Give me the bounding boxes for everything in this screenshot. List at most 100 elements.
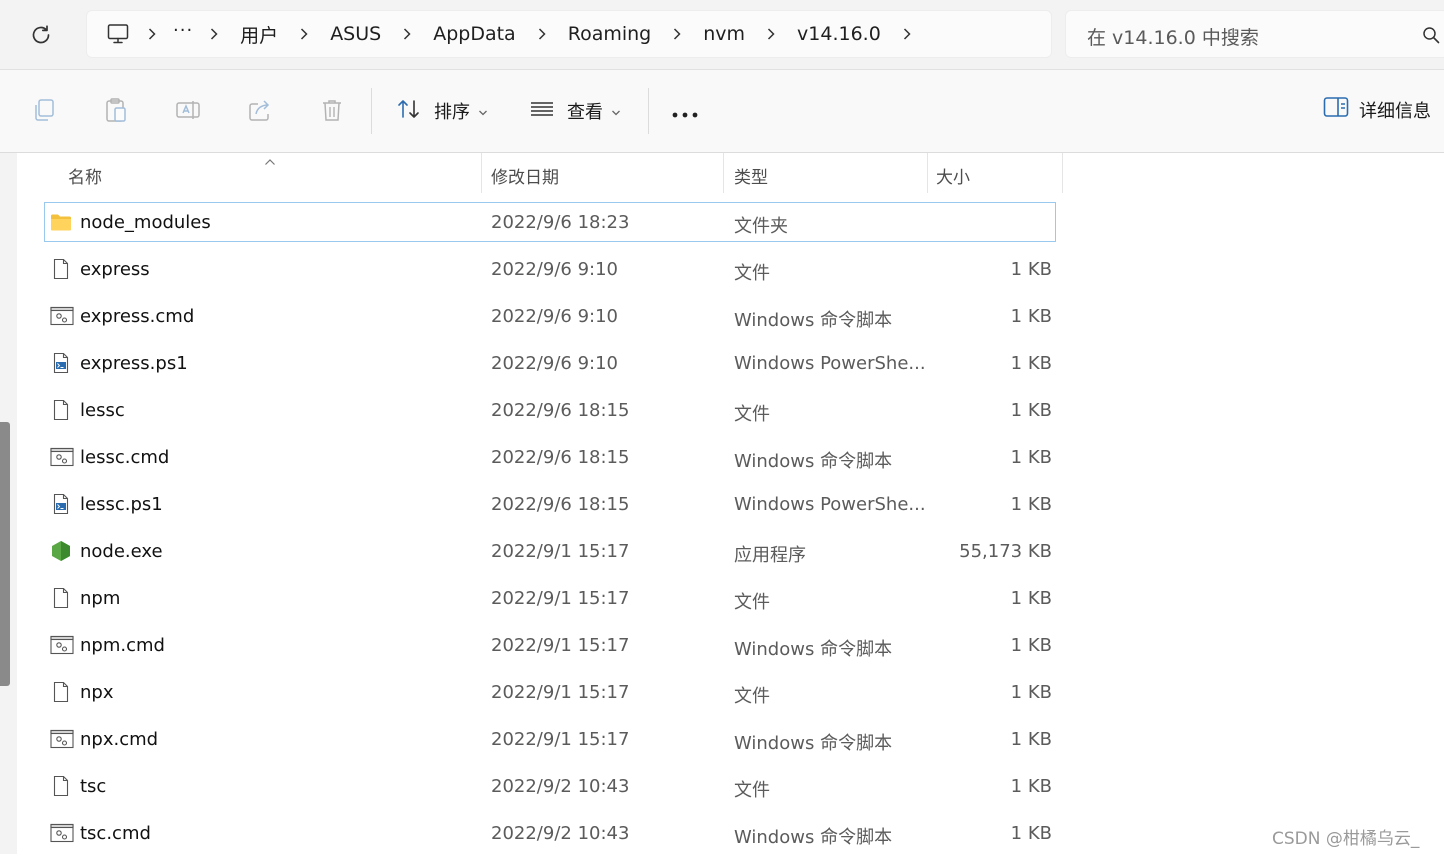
file-name: express.cmd: [80, 306, 195, 327]
file-list: node_modules 2022/9/6 18:23 文件夹 express 2022…: [44, 200, 1058, 858]
breadcrumb-overflow[interactable]: ···: [167, 22, 199, 40]
file-size: 1 KB: [1010, 729, 1052, 750]
chevron-right-icon[interactable]: [392, 27, 422, 41]
navigation-scrollbar[interactable]: [0, 422, 10, 686]
file-modified-date: 2022/9/6 9:10: [491, 353, 618, 374]
file-type: Windows 命令脚本: [734, 451, 893, 472]
search-icon[interactable]: [1422, 26, 1440, 48]
chevron-right-icon[interactable]: [289, 27, 319, 41]
chevron-right-icon[interactable]: [662, 27, 692, 41]
sort-label: 排序: [434, 102, 470, 123]
column-header-type[interactable]: 类型: [724, 153, 927, 193]
breadcrumb-item-nvm[interactable]: nvm: [692, 23, 756, 45]
toolbar-divider: [648, 88, 649, 134]
cmd-script-icon: [50, 728, 74, 750]
file-size: 1 KB: [1010, 306, 1052, 327]
file-type: 文件: [734, 592, 770, 613]
refresh-icon[interactable]: [28, 22, 54, 48]
file-type: 应用程序: [734, 545, 806, 566]
view-label: 查看: [567, 102, 603, 123]
address-bar: ··· 用户 ASUS AppData Roaming nvm v14.16.0…: [0, 0, 1444, 70]
chevron-right-icon[interactable]: [892, 27, 922, 41]
file-size: 1 KB: [1010, 588, 1052, 609]
this-pc-icon[interactable]: [105, 21, 131, 47]
view-button[interactable]: 查看: [529, 96, 621, 126]
file-row[interactable]: npm.cmd 2022/9/1 15:17 Windows 命令脚本 1 KB: [44, 623, 1058, 670]
chevron-right-icon[interactable]: [756, 27, 786, 41]
file-size: 55,173 KB: [959, 541, 1052, 562]
details-pane-icon: [1323, 96, 1349, 123]
file-row[interactable]: lessc.cmd 2022/9/6 18:15 Windows 命令脚本 1 KB: [44, 435, 1058, 482]
file-modified-date: 2022/9/1 15:17: [491, 635, 630, 656]
file-row[interactable]: express.ps1 2022/9/6 9:10 Windows PowerShe…: [44, 341, 1058, 388]
share-icon[interactable]: [246, 96, 274, 124]
column-header-modified[interactable]: 修改日期: [482, 153, 723, 193]
file-name: node.exe: [80, 541, 163, 562]
file-row[interactable]: tsc 2022/9/2 10:43 文件 1 KB: [44, 764, 1058, 811]
chevron-down-icon: [611, 101, 621, 122]
breadcrumb-item-asus[interactable]: ASUS: [319, 23, 392, 45]
watermark: CSDN @柑橘乌云_: [1272, 829, 1420, 849]
file-type: 文件: [734, 263, 770, 284]
details-label: 详细信息: [1359, 100, 1431, 122]
file-name: npm.cmd: [80, 635, 165, 656]
file-row[interactable]: npx 2022/9/1 15:17 文件 1 KB: [44, 670, 1058, 717]
chevron-right-icon[interactable]: [199, 27, 229, 41]
file-row[interactable]: node.exe 2022/9/1 15:17 应用程序 55,173 KB: [44, 529, 1058, 576]
file-name: express: [80, 259, 150, 280]
file-modified-date: 2022/9/1 15:17: [491, 729, 630, 750]
file-size: 1 KB: [1010, 259, 1052, 280]
copy-icon[interactable]: [30, 96, 58, 124]
column-header-size[interactable]: 大小: [928, 153, 1062, 193]
file-row[interactable]: express 2022/9/6 9:10 文件 1 KB: [44, 247, 1058, 294]
file-icon: [50, 587, 72, 609]
file-size: 1 KB: [1010, 353, 1052, 374]
file-size: 1 KB: [1010, 682, 1052, 703]
delete-icon[interactable]: [318, 96, 346, 124]
file-modified-date: 2022/9/1 15:17: [491, 541, 630, 562]
file-type: Windows PowerShe...: [734, 494, 926, 515]
file-type: Windows 命令脚本: [734, 827, 893, 848]
view-list-icon: [529, 96, 555, 127]
cmd-script-icon: [50, 822, 74, 844]
breadcrumb-item-appdata[interactable]: AppData: [422, 23, 527, 45]
file-row[interactable]: node_modules 2022/9/6 18:23 文件夹: [44, 200, 1058, 247]
file-type: 文件: [734, 780, 770, 801]
file-row[interactable]: npm 2022/9/1 15:17 文件 1 KB: [44, 576, 1058, 623]
breadcrumb-item-current[interactable]: v14.16.0: [786, 23, 892, 45]
file-name: lessc.cmd: [80, 447, 170, 468]
file-modified-date: 2022/9/6 18:23: [491, 212, 630, 233]
breadcrumb[interactable]: ··· 用户 ASUS AppData Roaming nvm v14.16.0: [86, 10, 1052, 58]
column-size-label: 大小: [936, 168, 970, 188]
file-row[interactable]: lessc.ps1 2022/9/6 18:15 Windows PowerShe.…: [44, 482, 1058, 529]
breadcrumb-item-users[interactable]: 用户: [229, 21, 289, 48]
search-input[interactable]: 在 v14.16.0 中搜索: [1065, 10, 1444, 58]
powershell-script-icon: [50, 352, 72, 374]
rename-icon[interactable]: [174, 96, 202, 124]
column-divider[interactable]: [1062, 153, 1063, 193]
file-size: 1 KB: [1010, 635, 1052, 656]
file-name: tsc: [80, 776, 107, 797]
file-modified-date: 2022/9/6 18:15: [491, 400, 630, 421]
file-name: node_modules: [80, 212, 211, 233]
details-pane-button[interactable]: 详细信息: [1323, 96, 1431, 123]
file-row[interactable]: npx.cmd 2022/9/1 15:17 Windows 命令脚本 1 KB: [44, 717, 1058, 764]
file-modified-date: 2022/9/1 15:17: [491, 588, 630, 609]
file-row[interactable]: express.cmd 2022/9/6 9:10 Windows 命令脚本 1 KB: [44, 294, 1058, 341]
toolbar-divider: [371, 88, 372, 134]
chevron-right-icon[interactable]: [527, 27, 557, 41]
file-modified-date: 2022/9/2 10:43: [491, 776, 630, 797]
chevron-right-icon[interactable]: [137, 27, 167, 41]
sort-icon: [396, 96, 422, 127]
file-type: Windows 命令脚本: [734, 639, 893, 660]
file-type: 文件: [734, 404, 770, 425]
more-options-button[interactable]: [671, 104, 699, 123]
file-row[interactable]: lessc 2022/9/6 18:15 文件 1 KB: [44, 388, 1058, 435]
column-name-label: 名称: [68, 168, 102, 188]
column-header-name[interactable]: 名称: [44, 153, 481, 193]
sort-button[interactable]: 排序: [396, 96, 488, 126]
powershell-script-icon: [50, 493, 72, 515]
breadcrumb-item-roaming[interactable]: Roaming: [557, 23, 663, 45]
paste-icon[interactable]: [102, 96, 130, 124]
file-row[interactable]: tsc.cmd 2022/9/2 10:43 Windows 命令脚本 1 KB: [44, 811, 1058, 858]
